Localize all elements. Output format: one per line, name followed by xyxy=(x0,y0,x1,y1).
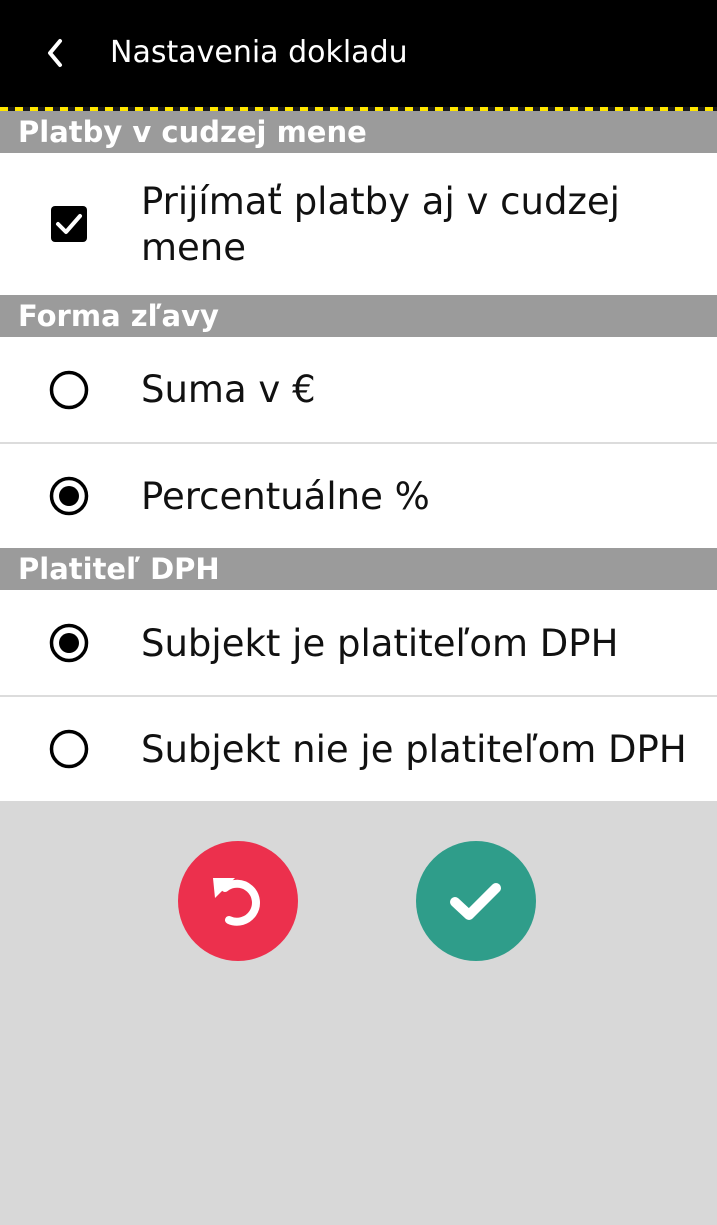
discount-option-amount[interactable]: Suma v € xyxy=(0,337,717,442)
discount-option-percent[interactable]: Percentuálne % xyxy=(0,444,717,548)
section-header-discount: Forma zľavy xyxy=(0,295,717,337)
vat-payer-label: Subjekt je platiteľom DPH xyxy=(141,622,619,665)
radio-unselected-icon[interactable] xyxy=(47,727,91,771)
confirm-button[interactable] xyxy=(416,841,536,961)
radio-unselected-icon[interactable] xyxy=(47,368,91,412)
page-title: Nastavenia dokladu xyxy=(110,35,408,70)
foreign-currency-label-line2: mene xyxy=(141,226,247,269)
discount-percent-label: Percentuálne % xyxy=(141,475,430,518)
app-header: Nastavenia dokladu xyxy=(0,0,717,107)
section-header-vat: Platiteľ DPH xyxy=(0,548,717,590)
radio-selected-icon[interactable] xyxy=(47,621,91,665)
foreign-currency-label-line1: Prijímať platby aj v cudzej xyxy=(141,180,620,223)
undo-icon xyxy=(213,878,260,926)
back-button[interactable] xyxy=(36,30,72,76)
checkbox-checked-icon[interactable] xyxy=(47,202,91,246)
foreign-currency-option[interactable]: Prijímať platby aj v cudzej mene xyxy=(0,153,717,295)
reset-button[interactable] xyxy=(178,841,298,961)
chevron-left-icon xyxy=(48,39,62,67)
checkmark-icon xyxy=(450,883,501,920)
radio-selected-icon[interactable] xyxy=(47,474,91,518)
vat-option-non-payer[interactable]: Subjekt nie je platiteľom DPH xyxy=(0,697,717,801)
discount-amount-label: Suma v € xyxy=(141,368,316,411)
vat-option-payer[interactable]: Subjekt je platiteľom DPH xyxy=(0,590,717,695)
section-header-foreign-currency: Platby v cudzej mene xyxy=(0,111,717,153)
vat-non-payer-label: Subjekt nie je platiteľom DPH xyxy=(141,728,687,771)
